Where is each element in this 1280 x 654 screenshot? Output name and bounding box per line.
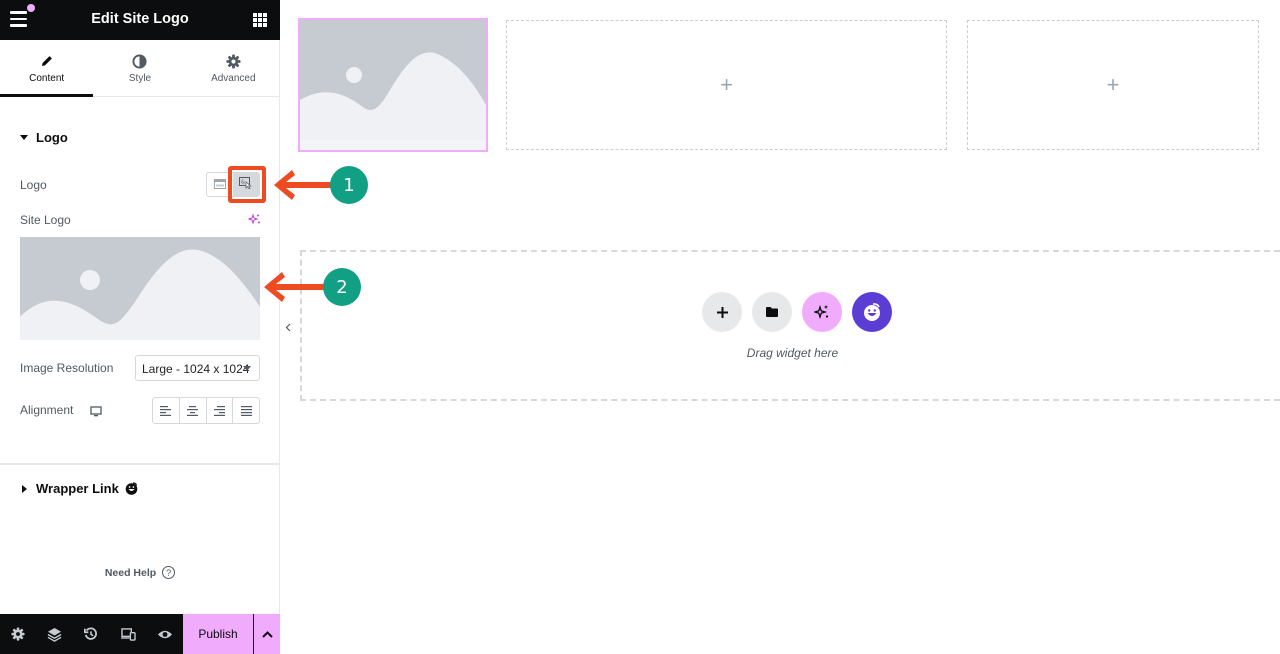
align-justify-icon (240, 405, 252, 416)
annotation-badge-2: 2 (323, 268, 361, 306)
logo-label: Logo (20, 178, 47, 192)
drop-zone-hint: Drag widget here (746, 346, 839, 360)
site-logo-label: Site Logo (20, 213, 71, 227)
section-logo-toggle[interactable]: Logo (20, 130, 68, 145)
empty-column[interactable]: + (967, 20, 1259, 150)
tab-style[interactable]: Style (93, 40, 186, 96)
placeholder-image-icon (300, 20, 486, 150)
chevron-down-icon (243, 366, 251, 371)
panel-footer: Publish (0, 614, 280, 654)
history-icon (84, 627, 98, 640)
align-right-button[interactable] (207, 398, 234, 423)
ai-assistant-button[interactable] (802, 292, 842, 332)
elementor-kit-button[interactable] (852, 292, 892, 332)
section-divider (0, 463, 280, 465)
navigator-button[interactable] (37, 614, 74, 654)
chevron-left-icon (285, 323, 291, 331)
need-help-label: Need Help (104, 566, 157, 579)
publish-options-button[interactable] (254, 614, 280, 654)
need-help-link[interactable]: Need Help ? (0, 566, 280, 579)
alignment-label: Alignment (20, 403, 74, 417)
tab-style-label: Style (128, 73, 152, 84)
history-button[interactable] (73, 614, 110, 654)
tab-content[interactable]: Content (0, 40, 94, 97)
placeholder-image-icon (20, 237, 260, 340)
elementor-kit-icon (864, 303, 880, 321)
pro-badge-icon (125, 482, 138, 495)
alignment-choice (152, 397, 260, 424)
align-center-button[interactable] (180, 398, 207, 423)
pencil-icon (0, 53, 93, 69)
panel-header: Edit Site Logo (0, 0, 280, 40)
logo-source-choice: & (206, 172, 260, 197)
align-right-icon (213, 405, 225, 416)
add-widget-plus-icon: + (720, 72, 733, 97)
section-wrapper-link-heading: Wrapper Link (36, 481, 119, 496)
logo-source-site-logo[interactable]: & (233, 173, 259, 196)
logo-source-custom[interactable] (207, 173, 233, 196)
align-left-icon (160, 405, 172, 416)
site-logo-widget[interactable] (298, 18, 488, 152)
ai-sparkle-icon[interactable] (247, 213, 261, 231)
site-logo-preview[interactable] (20, 237, 260, 340)
widgets-grid-icon[interactable] (253, 13, 267, 27)
editor-panel: Edit Site Logo Content Style Advanced Lo… (0, 0, 280, 654)
image-resolution-value: Large - 1024 x 1024 (142, 362, 250, 376)
svg-text:&: & (241, 179, 245, 185)
settings-button[interactable] (0, 614, 37, 654)
collapse-panel-button[interactable] (281, 305, 295, 349)
image-resolution-label: Image Resolution (20, 361, 114, 375)
responsive-icon (120, 627, 136, 641)
site-logo-icon: & (239, 176, 253, 194)
elementor-editor: Edit Site Logo Content Style Advanced Lo… (0, 0, 1280, 654)
section-wrapper-link-toggle[interactable]: Wrapper Link (20, 481, 138, 496)
image-resolution-select[interactable]: Large - 1024 x 1024 (135, 355, 260, 381)
panel-tabs: Content Style Advanced (0, 40, 280, 97)
publish-button[interactable]: Publish (183, 614, 253, 654)
tab-advanced[interactable]: Advanced (187, 40, 280, 96)
drop-zone-actions (702, 292, 892, 332)
align-justify-button[interactable] (233, 398, 259, 423)
custom-image-icon (214, 176, 226, 194)
half-circle-icon (93, 53, 186, 69)
chevron-up-icon (261, 630, 273, 638)
section-logo-heading: Logo (36, 130, 68, 145)
gear-icon (187, 53, 280, 69)
align-left-button[interactable] (153, 398, 180, 423)
preview-icon (157, 630, 172, 638)
template-library-button[interactable] (752, 292, 792, 332)
add-widget-plus-icon: + (1106, 72, 1120, 97)
question-circle-icon: ? (162, 566, 176, 579)
responsive-mode-button[interactable] (110, 614, 147, 654)
settings-icon (11, 627, 25, 641)
tab-content-label: Content (29, 73, 65, 84)
preview-button[interactable] (146, 614, 183, 654)
panel-title: Edit Site Logo (91, 11, 189, 27)
empty-column[interactable]: + (506, 20, 947, 150)
tab-advanced-label: Advanced (211, 73, 256, 84)
add-section-button[interactable] (702, 292, 742, 332)
caret-right-icon (22, 484, 27, 493)
ai-assistant-icon (814, 304, 829, 320)
caret-down-icon (20, 135, 28, 140)
desktop-responsive-icon[interactable] (90, 404, 102, 422)
annotation-badge-1: 1 (330, 166, 368, 204)
template-library-icon (766, 307, 778, 317)
add-section-icon (716, 306, 728, 318)
layers-icon (47, 627, 62, 642)
align-center-icon (187, 405, 199, 416)
